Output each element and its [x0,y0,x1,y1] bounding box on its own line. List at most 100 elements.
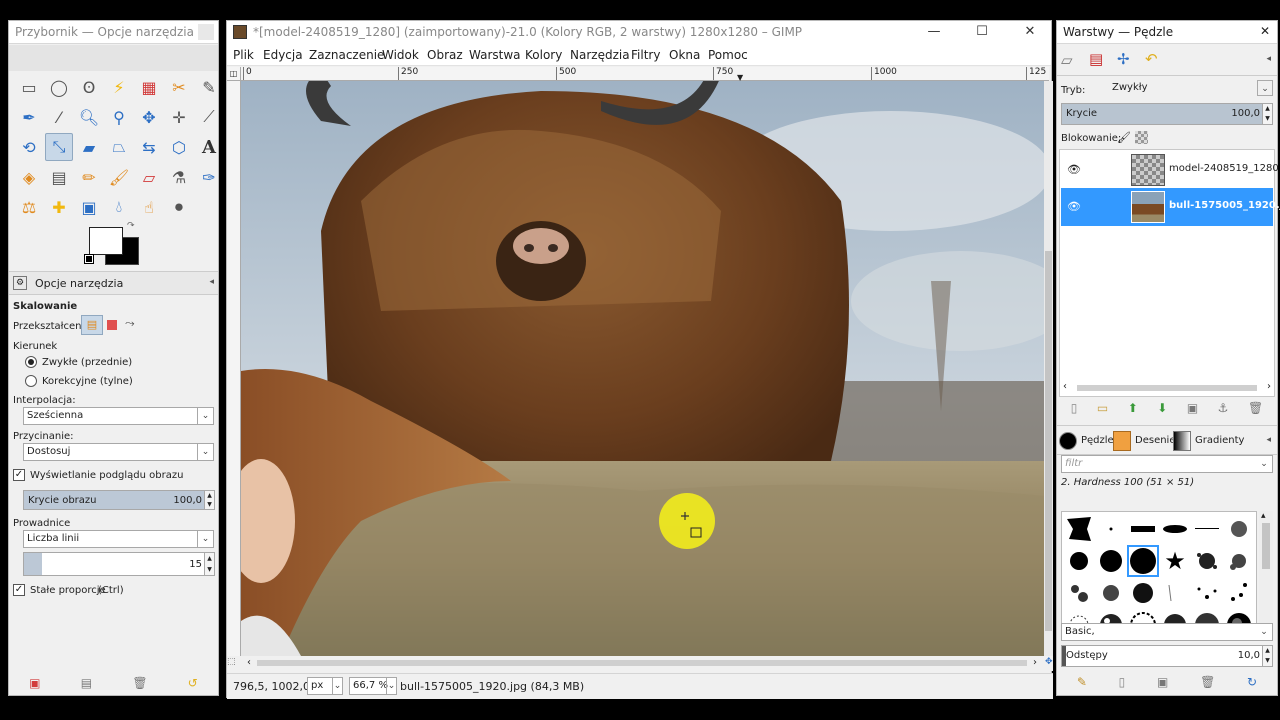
brush-item[interactable] [1095,513,1127,545]
restore-options-icon[interactable]: ▤ [81,676,92,690]
dodge-burn-icon[interactable]: ⚫ [165,193,193,221]
scroll-left-icon[interactable]: ‹ [1063,381,1067,392]
reset-options-icon[interactable]: ↺ [188,676,198,690]
transform-layer-icon[interactable]: ▤ [81,315,103,335]
scale-icon[interactable]: ⤡ [45,133,73,161]
delete-layer-icon[interactable]: 🗑︎ [1248,401,1263,415]
brush-item-selected[interactable] [1127,545,1159,577]
save-options-icon[interactable]: ▣ [29,676,40,690]
brush-item[interactable] [1159,577,1191,609]
horizontal-scrollbar[interactable] [257,660,1027,666]
zoom-select[interactable]: 66,7 % ⌄ [349,677,397,695]
layer-row[interactable]: 👁︎ model-2408519_1280.jpg [1061,151,1280,189]
brush-item[interactable] [1159,513,1191,545]
menu-obraz[interactable]: Obraz [427,48,463,62]
transform-selection-icon[interactable] [107,320,117,330]
delete-options-icon[interactable]: 🗑︎ [132,676,147,690]
default-colors-icon[interactable] [84,254,94,264]
pencil-icon[interactable]: ✏ [75,163,103,191]
brush-item[interactable] [1095,545,1127,577]
duplicate-layer-icon[interactable]: ▣ [1187,401,1198,415]
brush-item[interactable] [1191,545,1223,577]
minimize-icon[interactable]: — [913,21,955,43]
scroll-thumb[interactable] [1077,385,1257,391]
brush-vscroll[interactable]: ▴ ▾ [1259,511,1273,641]
align-icon[interactable]: ✛ [165,103,193,131]
tab-channels[interactable]: ▤ [1089,50,1103,68]
raise-layer-icon[interactable]: ⬆ [1128,401,1138,415]
color-select-icon[interactable]: ▦ [135,73,163,101]
constrain-checkbox[interactable]: ✓ [13,584,25,596]
measure-icon[interactable]: ⚲ [105,103,133,131]
mode-select[interactable]: Zwykły ⌄ [1109,80,1273,98]
duplicate-brush-icon[interactable]: ▣ [1157,675,1168,689]
blend-icon[interactable]: ▤ [45,163,73,191]
rotate-icon[interactable]: ⟲ [15,133,43,161]
free-select-icon[interactable]: ʘ [75,73,103,101]
scissors-icon[interactable]: ✂ [165,73,193,101]
tab-undo[interactable]: ↶ [1145,50,1158,68]
image-canvas[interactable] [241,81,1044,656]
fg-bg-colors[interactable]: ↷ [84,221,141,267]
close-icon[interactable]: ✕ [1257,24,1273,40]
tab-layers[interactable]: ▱ [1061,51,1073,69]
layer-row-selected[interactable]: 👁︎ bull-1575005_1920.jpg [1061,188,1280,226]
vertical-ruler[interactable] [227,81,241,657]
layer-opacity-slider[interactable]: Krycie 100,0 ▲ ▼ [1061,103,1273,125]
edit-brush-icon[interactable]: ✎ [1077,675,1087,689]
tab-menu-icon[interactable]: ◂ [1266,54,1271,64]
shear-icon[interactable]: ▰ [75,133,103,161]
spacing-slider[interactable]: Odstępy 10,0 ▲ ▼ [1061,645,1273,667]
lock-alpha-icon[interactable] [1135,131,1148,144]
menu-pomoc[interactable]: Pomoc [708,48,748,62]
zoom-icon[interactable]: 🔍︎ [75,103,103,131]
scroll-thumb[interactable] [1262,523,1270,569]
new-brush-icon[interactable]: ▯ [1119,675,1126,689]
delete-brush-icon[interactable]: 🗑︎ [1200,675,1215,689]
menu-warstwa[interactable]: Warstwa [469,48,521,62]
brush-item[interactable] [1127,577,1159,609]
bucket-fill-icon[interactable]: ◈ [15,163,43,191]
brush-item[interactable] [1223,545,1255,577]
anchor-layer-icon[interactable]: ⚓ [1218,401,1229,415]
heal-icon[interactable]: ✚ [45,193,73,221]
paintbrush-icon[interactable]: 🖌︎ [105,163,133,191]
brush-tag-input[interactable]: Basic, ⌄ [1061,623,1273,641]
brush-item[interactable] [1223,513,1255,545]
spin-arrows-icon[interactable]: ▲ ▼ [204,491,214,509]
image-opacity-slider[interactable]: Krycie obrazu 100,0 ▲ ▼ [23,490,215,510]
perspective-clone-icon[interactable]: ▣ [75,193,103,221]
scroll-left-icon[interactable]: ‹ [247,657,251,668]
tool-options-tab[interactable]: ⚙ Opcje narzędzia ◂ [9,271,218,295]
interpolation-select[interactable]: Sześcienna ⌄ [23,407,214,425]
refresh-brushes-icon[interactable]: ↻ [1247,675,1257,689]
menu-zaznaczenie[interactable]: Zaznaczenie [309,48,384,62]
paths-icon[interactable]: ✒ [15,103,43,131]
foreground-color-swatch[interactable] [89,227,123,255]
perspective-icon[interactable]: ⏢ [105,133,133,161]
ellipse-select-icon[interactable]: ◯ [45,73,73,101]
guides-select[interactable]: Liczba linii ⌄ [23,530,214,548]
navigate-icon[interactable]: ✥ [1045,657,1053,667]
brush-item[interactable] [1127,513,1159,545]
menu-okna[interactable]: Okna [669,48,700,62]
swap-colors-icon[interactable]: ↷ [127,221,135,231]
color-picker-icon[interactable]: ⁄ [45,103,73,131]
visibility-eye-icon[interactable]: 👁︎ [1067,200,1081,213]
tab-gradients[interactable]: Gradienty [1195,435,1244,446]
new-layer-icon[interactable]: ▯ [1071,401,1078,415]
scroll-thumb[interactable] [1045,251,1052,631]
spin-arrows-icon[interactable]: ▲ ▼ [204,553,214,575]
toolbox-close-icon[interactable] [198,24,214,40]
brush-item[interactable] [1063,513,1095,545]
ink-icon[interactable]: ✑ [195,163,223,191]
airbrush-icon[interactable]: ⚗ [165,163,193,191]
tab-menu-icon[interactable]: ◂ [209,277,214,287]
menu-narzedzia[interactable]: Narzędzia [570,48,630,62]
lock-pixels-icon[interactable]: 🖌︎ [1117,131,1131,144]
close-icon[interactable]: ✕ [1009,21,1051,43]
rect-select-icon[interactable]: ▭ [15,73,43,101]
maximize-icon[interactable]: ☐ [961,21,1003,43]
transform-path-icon[interactable]: ⤳ [125,316,135,331]
lower-layer-icon[interactable]: ⬇ [1157,401,1167,415]
